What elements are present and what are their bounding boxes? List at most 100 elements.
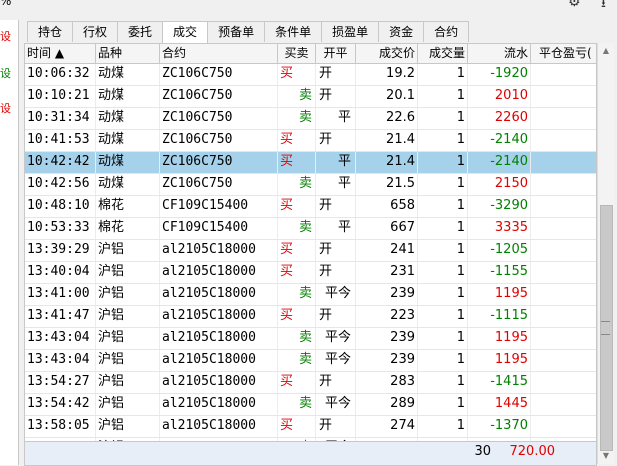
- gear-icon[interactable]: ⚙: [568, 0, 581, 10]
- cell-product: 沪铝: [96, 372, 160, 393]
- cell-flow: 1195: [468, 284, 531, 305]
- cell-contract: CF109C15400: [160, 196, 278, 217]
- table-row[interactable]: 10:53:33 棉花 CF109C15400 卖平 667 1 3335: [25, 218, 596, 240]
- cell-side: 买: [278, 240, 316, 261]
- cell-qty: 1: [418, 328, 468, 349]
- cell-contract: ZC106C750: [160, 130, 278, 151]
- grid-header: 时间 ▲ 品种 合约 买卖 开平 成交价 成交量 流水 平仓盈亏(: [25, 44, 596, 64]
- column-header[interactable]: 时间 ▲: [25, 44, 96, 63]
- tab-0[interactable]: 持仓: [27, 21, 74, 42]
- scroll-down-icon[interactable]: ▼: [598, 448, 614, 464]
- cell-price: 21.5: [356, 174, 418, 195]
- cell-oc: 平今: [316, 328, 356, 349]
- arrow-down-icon[interactable]: ⭳: [601, 0, 606, 16]
- table-row[interactable]: 10:42:56 动煤 ZC106C750 卖平 21.5 1 2150: [25, 174, 596, 196]
- cell-flow: 2010: [468, 86, 531, 107]
- cell-qty: 1: [418, 196, 468, 217]
- tab-3[interactable]: 成交: [162, 21, 209, 44]
- cell-oc: 平今: [316, 394, 356, 415]
- cell-flow: -2140: [468, 130, 531, 151]
- cell-flow: -1115: [468, 306, 531, 327]
- cell-side: 买: [278, 416, 316, 437]
- table-row[interactable]: 13:40:04 沪铝 al2105C18000 买开 231 1 -1155: [25, 262, 596, 284]
- cell-product: 沪铝: [96, 328, 160, 349]
- cell-time: 13:43:04: [25, 328, 96, 349]
- cell-oc: 平今: [316, 284, 356, 305]
- cell-qty: 1: [418, 240, 468, 261]
- cell-price: 21.4: [356, 130, 418, 151]
- cell-side: 卖: [278, 350, 316, 371]
- table-row[interactable]: 13:58:05 沪铝 al2105C18000 买开 274 1 -1370: [25, 416, 596, 438]
- cell-qty: 1: [418, 262, 468, 283]
- cell-time: 13:40:04: [25, 262, 96, 283]
- cell-time: 13:58:05: [25, 416, 96, 437]
- table-row[interactable]: 10:42:42 动煤 ZC106C750 买平 21.4 1 -2140: [25, 152, 596, 174]
- cell-price: 274: [356, 416, 418, 437]
- cell-pnl: [531, 372, 596, 393]
- table-row[interactable]: 10:10:21 动煤 ZC106C750 卖开 20.1 1 2010: [25, 86, 596, 108]
- cell-contract: CF109C15400: [160, 218, 278, 239]
- table-row[interactable]: 13:54:27 沪铝 al2105C18000 买开 283 1 -1415: [25, 372, 596, 394]
- table-row[interactable]: 10:48:10 棉花 CF109C15400 买开 658 1 -3290: [25, 196, 596, 218]
- table-row[interactable]: 13:43:04 沪铝 al2105C18000 卖平今 239 1 1195: [25, 328, 596, 350]
- cell-oc: 开: [316, 196, 356, 217]
- cell-time: 10:48:10: [25, 196, 96, 217]
- cell-side: 卖: [278, 284, 316, 305]
- column-header[interactable]: 品种: [96, 44, 160, 63]
- cell-oc: 平: [316, 174, 356, 195]
- tab-8[interactable]: 合约: [423, 21, 470, 42]
- column-header[interactable]: 成交价: [356, 44, 418, 63]
- table-row[interactable]: 13:41:47 沪铝 al2105C18000 买开 223 1 -1115: [25, 306, 596, 328]
- cell-price: 20.1: [356, 86, 418, 107]
- cell-time: 10:41:53: [25, 130, 96, 151]
- tab-7[interactable]: 资金: [378, 21, 425, 42]
- column-header[interactable]: 平仓盈亏(: [531, 44, 596, 63]
- cell-oc: 开: [316, 130, 356, 151]
- tab-4[interactable]: 预备单: [207, 21, 266, 42]
- tab-2[interactable]: 委托: [117, 21, 164, 42]
- vertical-scrollbar[interactable]: ▲ ▼: [597, 43, 614, 464]
- cell-pnl: [531, 196, 596, 217]
- cell-flow: 2150: [468, 174, 531, 195]
- column-header[interactable]: 买卖: [278, 44, 316, 63]
- cell-price: 239: [356, 328, 418, 349]
- table-row[interactable]: 10:31:34 动煤 ZC106C750 卖平 22.6 1 2260: [25, 108, 596, 130]
- cell-pnl: [531, 218, 596, 239]
- cell-time: 10:42:42: [25, 152, 96, 173]
- cell-oc: 开: [316, 86, 356, 107]
- column-header[interactable]: 流水: [468, 44, 531, 63]
- cell-qty: 1: [418, 130, 468, 151]
- cell-contract: al2105C18000: [160, 416, 278, 437]
- cell-oc: 开: [316, 306, 356, 327]
- top-strip: % ⚙ ⭳: [0, 0, 617, 20]
- column-header[interactable]: 开平: [316, 44, 356, 63]
- tab-5[interactable]: 条件单: [264, 21, 323, 42]
- column-header[interactable]: 合约: [160, 44, 278, 63]
- cell-product: 沪铝: [96, 350, 160, 371]
- cell-contract: ZC106C750: [160, 86, 278, 107]
- cell-flow: -2140: [468, 152, 531, 173]
- cell-time: 10:53:33: [25, 218, 96, 239]
- cell-side: 卖: [278, 86, 316, 107]
- cell-pnl: [531, 130, 596, 151]
- tab-6[interactable]: 损盈单: [321, 21, 380, 42]
- table-row[interactable]: 13:43:04 沪铝 al2105C18000 卖平今 239 1 1195: [25, 350, 596, 372]
- cell-contract: al2105C18000: [160, 350, 278, 371]
- cell-product: 沪铝: [96, 306, 160, 327]
- cell-contract: ZC106C750: [160, 64, 278, 85]
- table-row[interactable]: 13:41:00 沪铝 al2105C18000 卖平今 239 1 1195: [25, 284, 596, 306]
- grid-footer: 30 720.00: [25, 441, 596, 465]
- tab-1[interactable]: 行权: [72, 21, 119, 42]
- cell-side: 买: [278, 196, 316, 217]
- scroll-up-icon[interactable]: ▲: [598, 43, 614, 59]
- table-row[interactable]: 13:39:29 沪铝 al2105C18000 买开 241 1 -1205: [25, 240, 596, 262]
- cell-flow: -3290: [468, 196, 531, 217]
- table-row[interactable]: 10:41:53 动煤 ZC106C750 买开 21.4 1 -2140: [25, 130, 596, 152]
- cell-flow: -1205: [468, 240, 531, 261]
- table-row[interactable]: 10:06:32 动煤 ZC106C750 买开 19.2 1 -1920: [25, 64, 596, 86]
- column-header[interactable]: 成交量: [418, 44, 468, 63]
- cell-flow: -1370: [468, 416, 531, 437]
- cell-time: 13:41:47: [25, 306, 96, 327]
- table-row[interactable]: 13:54:42 沪铝 al2105C18000 卖平今 289 1 1445: [25, 394, 596, 416]
- cell-oc: 开: [316, 64, 356, 85]
